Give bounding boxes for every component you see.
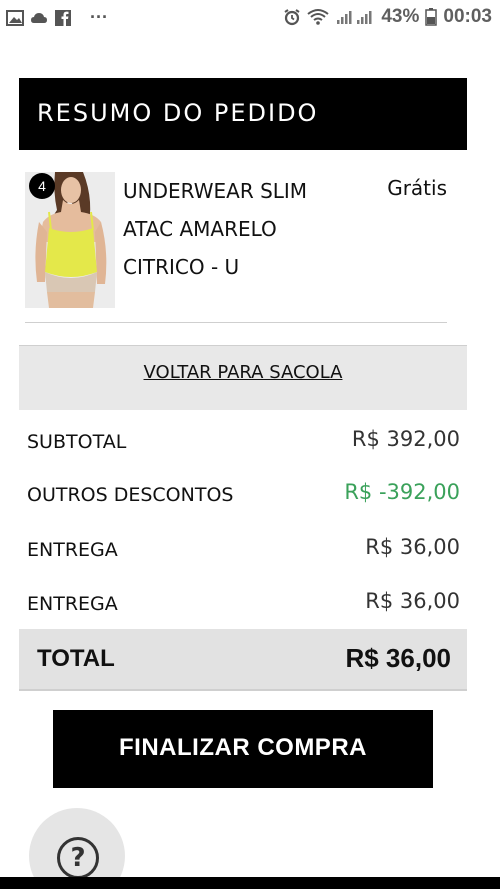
discount-value: R$ -392,00 [344,480,460,504]
total-value: R$ 36,00 [345,643,451,673]
more-icon: ··· [90,7,108,27]
status-left: ··· [6,7,108,28]
product-name-line: UNDERWEAR SLIM [123,179,308,203]
product-name-line: ATAC AMARELO [123,217,277,241]
summary-value: R$ 36,00 [365,589,460,613]
alarm-icon [284,9,300,26]
shipping-row: ENTREGA R$ 36,00 [27,585,460,625]
order-summary-header: RESUMO DO PEDIDO [19,78,467,150]
divider [25,322,447,323]
status-bar: ··· 43% 00:03 [0,0,500,36]
bottom-bar [0,877,500,889]
wifi-icon [307,9,329,25]
product-name[interactable]: UNDERWEAR SLIM ATAC AMARELO CITRICO - U [123,172,363,286]
total-row: TOTAL R$ 36,00 [19,629,467,691]
summary-value: R$ 36,00 [365,535,460,559]
status-right: 43% 00:03 [283,6,492,28]
battery-icon [425,8,438,26]
image-icon [6,9,24,26]
summary-label: ENTREGA [27,593,118,615]
back-to-bag-label: VOLTAR PARA SACOLA [143,362,343,383]
summary-value: R$ 392,00 [351,427,460,451]
help-icon: ? [57,837,99,879]
product-price: Grátis [387,176,447,200]
quantity-badge: 4 [29,173,55,199]
discounts-row: OUTROS DESCONTOS R$ -392,00 [27,476,460,516]
product-name-line: CITRICO - U [123,255,240,279]
order-summary-title: RESUMO DO PEDIDO [37,99,319,127]
shipping-row: ENTREGA R$ 36,00 [27,531,460,571]
cloud-icon [31,12,47,23]
facebook-icon [55,9,71,26]
checkout-label: FINALIZAR COMPRA [119,734,367,761]
summary-label: SUBTOTAL [27,431,127,453]
total-label: TOTAL [37,645,115,672]
summary-label: ENTREGA [27,539,118,561]
subtotal-row: SUBTOTAL R$ 392,00 [27,423,460,463]
checkout-button[interactable]: FINALIZAR COMPRA [53,710,433,788]
order-summary-page: ··· 43% 00:03 RESUMO DO PEDIDO 4 UNDERWE… [0,0,500,889]
clock: 00:03 [443,6,492,27]
signal-icon [337,11,372,24]
summary-label: OUTROS DESCONTOS [27,484,234,506]
battery-percent: 43% [381,6,420,27]
back-to-bag-button[interactable]: VOLTAR PARA SACOLA [19,345,467,410]
